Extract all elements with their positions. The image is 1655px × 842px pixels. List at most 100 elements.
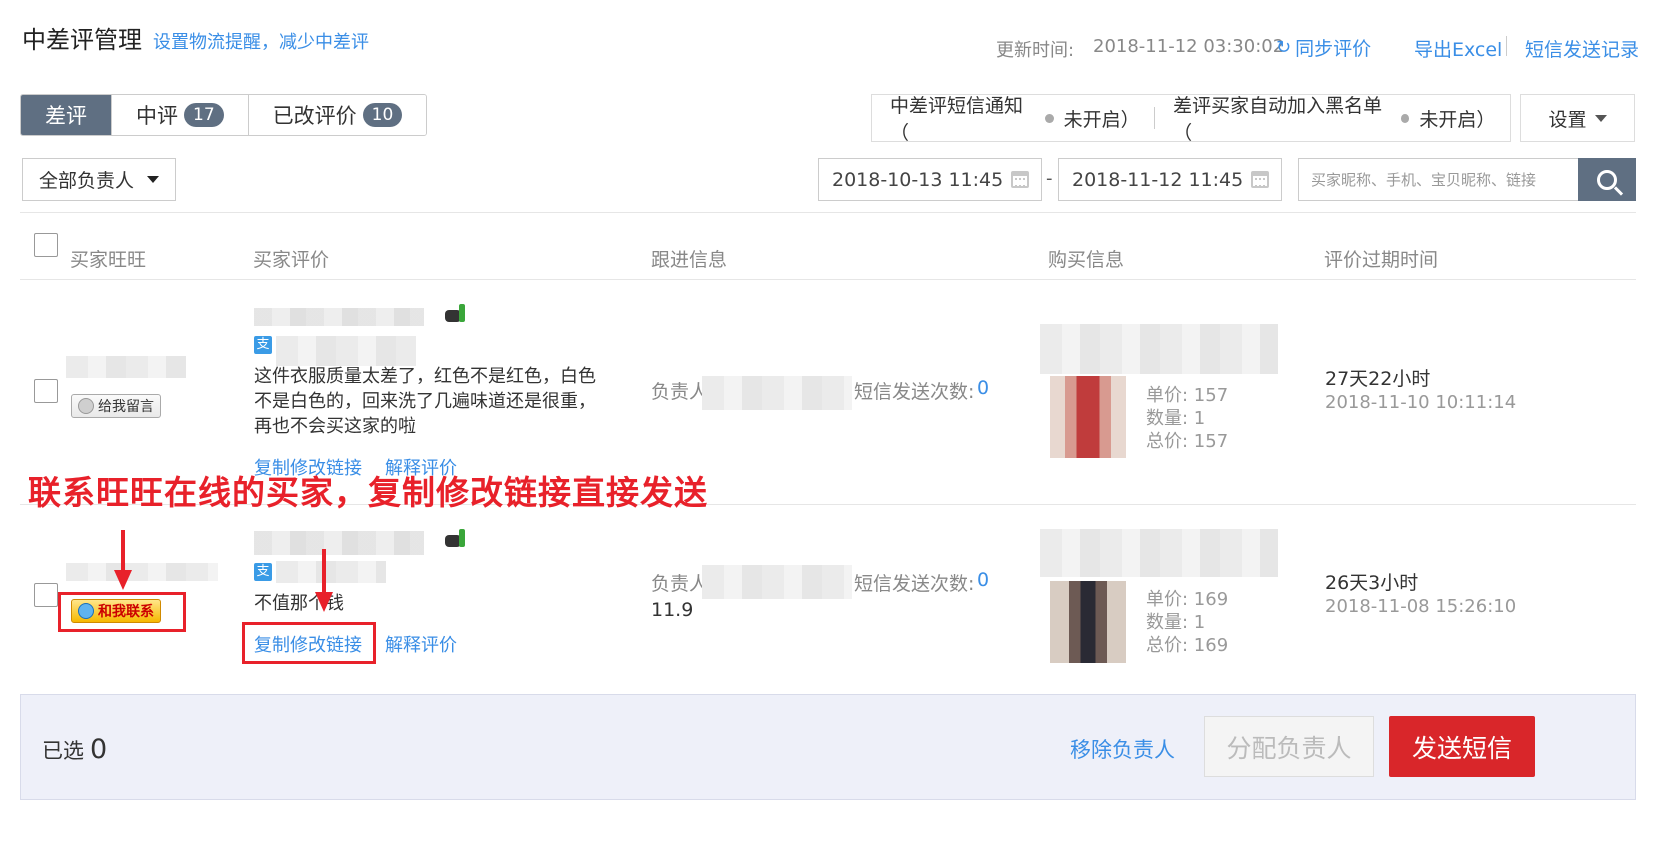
date-range-separator: - — [1046, 168, 1053, 189]
annotation-arrow — [121, 530, 125, 572]
header-divider — [1506, 36, 1507, 56]
settings-dropdown-button[interactable]: 设置 — [1520, 94, 1635, 142]
column-header-review: 买家评价 — [253, 249, 330, 271]
expire-date: 2018-11-10 10:11:14 — [1325, 392, 1517, 413]
mobile-review-icon — [445, 304, 469, 324]
refresh-icon: ↻ — [1276, 37, 1292, 58]
logistics-reminder-link[interactable]: 设置物流提醒，减少中差评 — [153, 28, 369, 54]
tab-neutral-label: 中评 — [136, 104, 178, 128]
explain-review-button[interactable]: 解释评价 — [385, 631, 457, 657]
expire-remaining: 26天3小时 — [1325, 572, 1419, 594]
product-title-redacted — [1040, 324, 1278, 374]
follow-note: 11.9 — [651, 599, 694, 621]
owner-name-redacted — [702, 565, 852, 599]
settings-label: 设置 — [1548, 108, 1587, 131]
export-excel-button[interactable]: 导出Excel — [1414, 35, 1502, 62]
column-header-expire: 评价过期时间 — [1324, 249, 1439, 271]
product-thumbnail[interactable] — [1050, 581, 1126, 663]
update-time-value: 2018-11-12 03:30:02 — [1093, 36, 1285, 57]
search-input[interactable]: 买家昵称、手机、宝贝昵称、链接 — [1298, 158, 1578, 201]
expire-remaining: 27天22小时 — [1325, 368, 1431, 390]
buyer-name-redacted — [66, 356, 186, 378]
owner-label: 负责人 — [651, 573, 709, 595]
sync-reviews-label: 同步评价 — [1295, 38, 1372, 60]
status-dot-icon — [1045, 113, 1054, 123]
mobile-review-icon — [445, 529, 469, 549]
annotation-text: 联系旺旺在线的买家，复制修改链接直接发送 — [28, 473, 708, 512]
remove-owner-button[interactable]: 移除负责人 — [1070, 734, 1175, 764]
annotation-arrow-head-icon — [315, 592, 333, 612]
end-date-value: 2018-11-12 11:45 — [1072, 168, 1244, 191]
review-meta-redacted — [254, 308, 424, 326]
notification-settings-bar: 中差评短信通知（ 未开启） 差评买家自动加入黑名单（ 未开启） — [871, 91, 1511, 145]
sms-count-label: 短信发送次数: — [854, 573, 975, 595]
sms-notify-label: 中差评短信通知（ — [890, 95, 1024, 144]
select-all-checkbox[interactable] — [34, 233, 58, 257]
tab-negative[interactable]: 差评 — [21, 95, 112, 135]
start-date-value: 2018-10-13 11:45 — [832, 168, 1004, 191]
product-title-redacted — [1040, 529, 1278, 577]
send-sms-button[interactable]: 发送短信 — [1389, 716, 1535, 777]
tab-modified[interactable]: 已改评价 10 — [248, 95, 427, 135]
sms-count-value[interactable]: 0 — [977, 569, 989, 591]
annotation-arrow-head-icon — [114, 570, 132, 590]
alipay-icon: 支 — [254, 336, 272, 354]
sms-count-value[interactable]: 0 — [977, 377, 989, 399]
wangwang-offline-icon — [78, 398, 94, 414]
selected-summary: 已选 0 — [42, 734, 107, 765]
sms-notify-toggle[interactable]: 中差评短信通知（ 未开启） — [872, 91, 1154, 145]
row-checkbox[interactable] — [34, 583, 58, 607]
expire-date: 2018-11-08 15:26:10 — [1325, 596, 1517, 617]
total-price: 总价: 169 — [1146, 635, 1229, 656]
end-date-input[interactable]: 2018-11-12 11:45 — [1058, 158, 1282, 201]
selected-count: 0 — [90, 734, 108, 765]
chevron-down-icon — [147, 176, 159, 183]
owner-name-redacted — [702, 376, 852, 410]
search-icon — [1597, 169, 1617, 190]
review-meta-redacted — [254, 531, 424, 555]
start-date-input[interactable]: 2018-10-13 11:45 — [818, 158, 1042, 201]
assign-owner-button[interactable]: 分配负责人 — [1204, 716, 1374, 777]
unit-price: 单价: 157 — [1146, 385, 1229, 406]
chevron-down-icon — [1594, 114, 1607, 122]
quantity: 数量: 1 — [1146, 612, 1206, 633]
column-header-followup: 跟进信息 — [651, 249, 728, 271]
sms-notify-state: 未开启） — [1063, 108, 1140, 131]
owner-select[interactable]: 全部负责人 — [22, 158, 176, 201]
row-checkbox[interactable] — [34, 379, 58, 403]
unit-price: 单价: 169 — [1146, 589, 1229, 610]
wangwang-button-label: 给我留言 — [98, 399, 154, 415]
sms-count-label: 短信发送次数: — [854, 381, 975, 403]
total-price: 总价: 157 — [1146, 431, 1229, 452]
search-button[interactable] — [1578, 158, 1636, 201]
owner-label: 负责人 — [651, 381, 709, 403]
table-top-divider — [20, 212, 1636, 213]
product-thumbnail[interactable] — [1050, 376, 1126, 458]
review-text: 这件衣服质量太差了，红色不是红色，白色不是白色的，回来洗了几遍味道还是很重，再也… — [254, 366, 596, 437]
annotation-arrow — [322, 549, 326, 594]
sync-reviews-button[interactable]: ↻ 同步评价 — [1276, 34, 1371, 61]
blacklist-toggle[interactable]: 差评买家自动加入黑名单（ 未开启） — [1155, 91, 1510, 145]
tab-negative-label: 差评 — [45, 104, 87, 128]
wangwang-message-button[interactable]: 给我留言 — [71, 394, 161, 418]
calendar-icon — [1011, 171, 1029, 188]
tab-modified-count: 10 — [362, 103, 403, 127]
review-meta-redacted — [276, 336, 416, 366]
tab-neutral[interactable]: 中评 17 — [112, 95, 249, 135]
column-header-buyer: 买家旺旺 — [70, 249, 147, 271]
column-header-purchase: 购买信息 — [1048, 249, 1125, 271]
status-dot-icon — [1400, 113, 1410, 123]
tab-neutral-count: 17 — [184, 103, 224, 127]
sms-log-button[interactable]: 短信发送记录 — [1525, 35, 1639, 62]
selected-label: 已选 — [42, 739, 84, 763]
blacklist-label: 差评买家自动加入黑名单（ — [1173, 95, 1383, 144]
review-meta-redacted — [276, 561, 386, 583]
calendar-icon — [1251, 171, 1269, 188]
annotation-highlight-box — [58, 592, 186, 632]
annotation-highlight-box — [242, 622, 376, 664]
blacklist-state: 未开启） — [1419, 108, 1496, 131]
tab-modified-label: 已改评价 — [272, 104, 357, 128]
owner-select-value: 全部负责人 — [39, 170, 135, 192]
update-time-label: 更新时间: — [996, 40, 1075, 61]
review-tabs: 差评 中评 17 已改评价 10 — [20, 94, 428, 136]
